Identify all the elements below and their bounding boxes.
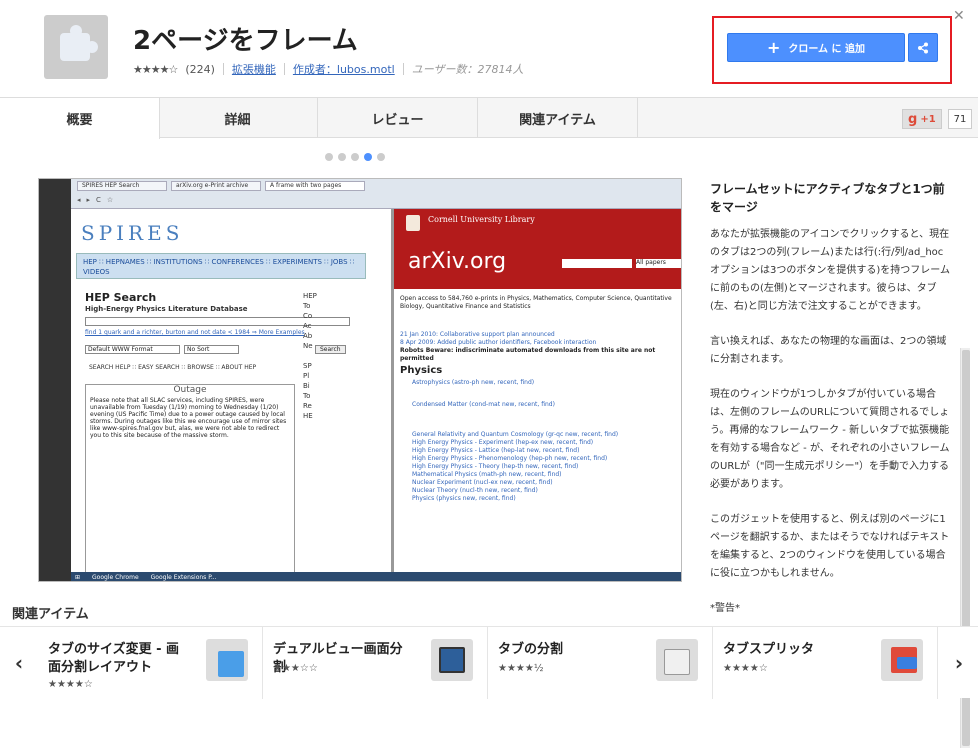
rating-stars: ★★★★☆ (133, 62, 178, 76)
resize-icon (198, 631, 256, 693)
description-paragraph: 言い換えれば、あなたの物理的な画面は、2つの領域に分割されます。 (710, 336, 947, 365)
share-icon (918, 42, 928, 53)
carousel-dot-active[interactable] (364, 153, 372, 161)
outage-box: Outage Please note that all SLAC service… (85, 384, 295, 574)
screenshot-image[interactable]: SPIRES HEP Search arXiv.org e-Print arch… (38, 178, 682, 582)
gplus-button[interactable]: g +1 (902, 109, 942, 129)
related-items-label: 関連アイテム (12, 607, 89, 622)
spires-logo: SPIRES (81, 221, 184, 245)
tab-splitter-icon (873, 631, 931, 693)
spires-nav: HEP ∷ HEPNAMES ∷ INSTITUTIONS ∷ CONFEREN… (76, 253, 366, 279)
author-link[interactable]: 作成者：lubos.motl (293, 61, 395, 77)
gplus-count: 71 (947, 109, 973, 129)
google-plus-icon: g (908, 111, 918, 127)
gplus-widget: g +1 71 (902, 109, 973, 129)
tab-reviews[interactable]: レビュー (318, 98, 478, 138)
related-card-name: タブのサイズ変更 - 画面分割レイアウト (48, 642, 180, 675)
related-card-name: タブの分割 (498, 642, 564, 657)
description-paragraph: 現在のウィンドウが1つしかタブが付いている場合は、左側のフレームのURLについて… (710, 389, 950, 490)
related-card[interactable]: デュアルビュー画面分割 ★★★☆☆ (263, 627, 488, 699)
related-items: ‹ タブのサイズ変更 - 画面分割レイアウト ★★★★☆ デュアルビュー画面分割… (0, 626, 978, 699)
chevron-left-icon[interactable]: ‹ (0, 627, 38, 699)
carousel-dot[interactable] (325, 153, 333, 161)
item-header: 2ページをフレーム ★★★★☆ (224) 拡張機能 作成者：lubos.mot… (0, 0, 978, 98)
extension-puzzle-icon (44, 15, 108, 79)
detail-tabs: 概要 詳細 レビュー 関連アイテム (0, 98, 978, 139)
arxiv-body: Open access to 584,760 e-prints in Physi… (400, 295, 672, 502)
carousel-dots (325, 153, 385, 161)
related-card[interactable]: タブのサイズ変更 - 画面分割レイアウト ★★★★☆ (38, 627, 263, 699)
dual-view-icon (423, 631, 481, 693)
carousel-dot[interactable] (338, 153, 346, 161)
category-link[interactable]: 拡張機能 (232, 61, 276, 77)
hep-subtitle: High-Energy Physics Literature Database (85, 305, 248, 313)
page-title: 2ページをフレーム (133, 26, 358, 56)
related-card-stars: ★★★★☆ (48, 679, 93, 690)
carousel-dot[interactable] (377, 153, 385, 161)
add-button-label: クローム に 追加 (788, 44, 866, 55)
related-card-stars: ★★★★½ (498, 663, 544, 674)
windows-taskbar: ⊞ Google Chrome Google Extensions P... (71, 572, 681, 581)
rating-count[interactable]: (224) (185, 63, 215, 76)
carousel-dot[interactable] (351, 153, 359, 161)
side-column: HEP To Co Ac Ab Ne SP Pl Bi To Re HE (303, 292, 317, 420)
arxiv-band: arXiv.org All papers (394, 239, 681, 289)
related-card[interactable]: タブスプリッタ ★★★★☆ (713, 627, 938, 699)
tab-details[interactable]: 詳細 (158, 98, 318, 138)
plus-icon: + (766, 38, 781, 57)
related-card-stars: ★★★★☆ (723, 663, 768, 674)
description-heading: フレームセットにアクティブなタブと1つ前をマージ (710, 182, 945, 214)
related-card-stars: ★★★☆☆ (273, 663, 318, 674)
arxiv-pane: Cornell University Library arXiv.org All… (391, 209, 681, 572)
share-button[interactable] (908, 33, 938, 62)
hep-example-link: find 1 quark and a richter, burton and n… (85, 329, 305, 336)
description: フレームセットにアクティブなタブと1つ前をマージ あなたが拡張機能のアイコンでク… (710, 180, 952, 635)
related-card[interactable]: タブの分割 ★★★★½ (488, 627, 713, 699)
spires-pane: SPIRES HEP ∷ HEPNAMES ∷ INSTITUTIONS ∷ C… (71, 209, 391, 574)
close-icon[interactable]: ✕ (953, 8, 965, 24)
description-paragraph: *警告* (710, 603, 740, 614)
hep-title: HEP Search (85, 291, 157, 304)
hep-help-links: SEARCH HELP ∷ EASY SEARCH ∷ BROWSE ∷ ABO… (89, 364, 257, 371)
description-paragraph: あなたが拡張機能のアイコンでクリックすると、現在のタブは2つの列(フレーム)また… (710, 229, 950, 312)
arxiv-header: Cornell University Library (394, 209, 681, 239)
split-tab-icon (648, 631, 706, 693)
chevron-right-icon[interactable]: › (940, 627, 978, 699)
tab-overview[interactable]: 概要 (0, 98, 160, 139)
user-count: ユーザー数：27814人 (411, 63, 524, 76)
tab-related[interactable]: 関連アイテム (478, 98, 638, 138)
related-card-name: タブスプリッタ (723, 642, 815, 657)
item-meta: ★★★★☆ (224) 拡張機能 作成者：lubos.motl ユーザー数：27… (133, 61, 523, 77)
add-to-chrome-button[interactable]: + クローム に 追加 (727, 33, 905, 62)
browser-url-row: ◂ ▸ C ☆ (77, 196, 114, 204)
description-paragraph: このガジェットを使用すると、例えば別のページに1ページを翻訳するか、またはそうで… (710, 514, 950, 579)
